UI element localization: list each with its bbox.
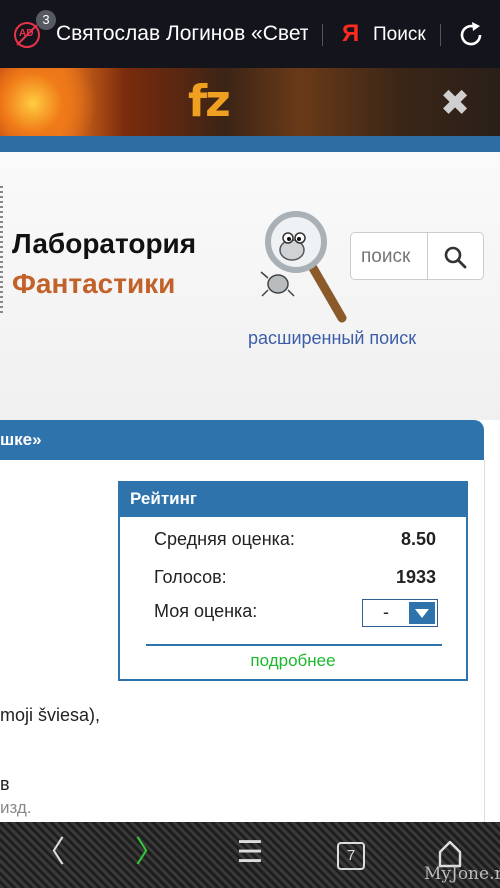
- site-banner: [0, 68, 500, 138]
- reload-icon[interactable]: [456, 20, 486, 50]
- bug-magnifier-icon: [260, 211, 347, 323]
- work-title: шке»: [0, 430, 42, 449]
- my-rating-select[interactable]: -: [362, 599, 438, 627]
- rating-title: Рейтинг: [130, 489, 197, 508]
- browser-toolbar: AD 3 Святослав Логинов «Свет в окошке» Я…: [0, 0, 500, 68]
- adblock-label: AD: [19, 28, 34, 39]
- content-text-line: в: [0, 774, 10, 794]
- divider: [322, 24, 323, 46]
- banner-strip: [0, 136, 500, 152]
- work-title-bar: шке»: [0, 420, 484, 460]
- chevron-down-icon[interactable]: [409, 602, 435, 624]
- adblock-count-badge: 3: [36, 10, 56, 30]
- yandex-icon[interactable]: Я: [342, 20, 359, 48]
- banner-sun: [0, 68, 110, 138]
- page-title[interactable]: Святослав Логинов «Свет в окошке»: [56, 22, 308, 46]
- search-icon[interactable]: [443, 245, 467, 269]
- votes-label: Голосов:: [154, 567, 227, 587]
- close-icon[interactable]: ✖: [440, 82, 470, 124]
- avg-rating-label: Средняя оценка:: [154, 529, 295, 549]
- forward-button[interactable]: 〉: [120, 822, 180, 888]
- back-button[interactable]: 〈: [20, 822, 80, 888]
- watermark: MyJone.ru: [424, 864, 500, 884]
- divider: [440, 24, 441, 46]
- advanced-search-link[interactable]: расширенный поиск: [248, 328, 416, 349]
- site-search-input[interactable]: [359, 243, 431, 271]
- search-button[interactable]: Поиск: [373, 24, 426, 46]
- site-logo-line2[interactable]: Фантастики: [12, 268, 175, 300]
- avg-rating-row: Средняя оценка: 8.50: [154, 529, 436, 550]
- site-logo-line1[interactable]: Лаборатория: [12, 228, 196, 260]
- rating-divider: [146, 644, 442, 646]
- my-rating-value: -: [383, 602, 389, 622]
- rating-panel: Рейтинг Средняя оценка: 8.50 Голосов: 19…: [118, 481, 468, 681]
- content-text-line: изд.: [0, 798, 32, 817]
- dotted-divider: [0, 186, 3, 316]
- my-rating-label: Моя оценка:: [154, 601, 258, 621]
- rating-header: Рейтинг: [120, 483, 466, 517]
- tabs-button[interactable]: 7: [337, 842, 365, 870]
- votes-row: Голосов: 1933: [154, 567, 436, 588]
- votes-value: 1933: [395, 567, 436, 587]
- search-divider: [427, 233, 428, 279]
- avg-rating-value: 8.50: [400, 529, 436, 549]
- rating-details-link[interactable]: подробнее: [120, 651, 466, 671]
- site-search: [350, 232, 484, 280]
- site-banner-logo[interactable]: fz: [188, 76, 231, 127]
- content-text-line: moji šviesa),: [0, 705, 101, 725]
- adblock-icon[interactable]: AD: [14, 22, 40, 48]
- menu-button[interactable]: ☰: [220, 822, 280, 888]
